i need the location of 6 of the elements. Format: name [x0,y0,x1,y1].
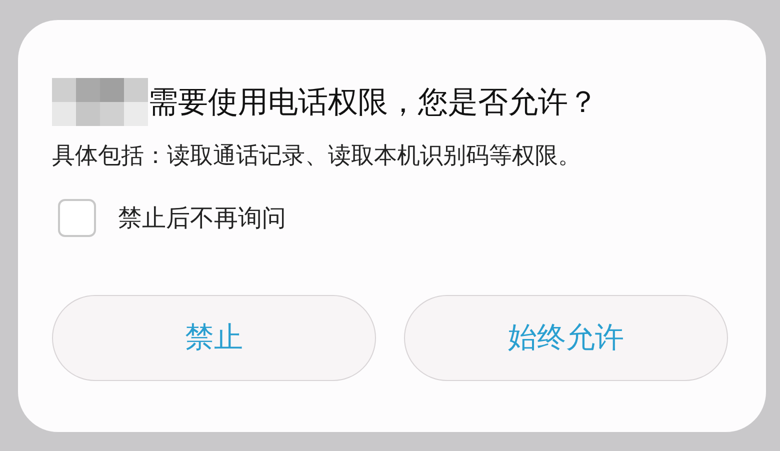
deny-button[interactable]: 禁止 [52,295,376,381]
checkbox-label: 禁止后不再询问 [118,203,286,234]
allow-button[interactable]: 始终允许 [404,295,728,381]
dialog-title: 需要使用电话权限，您是否允许？ [148,84,598,122]
permission-detail: 具体包括：读取通话记录、读取本机识别码等权限。 [52,142,582,171]
checkbox[interactable] [58,199,96,237]
